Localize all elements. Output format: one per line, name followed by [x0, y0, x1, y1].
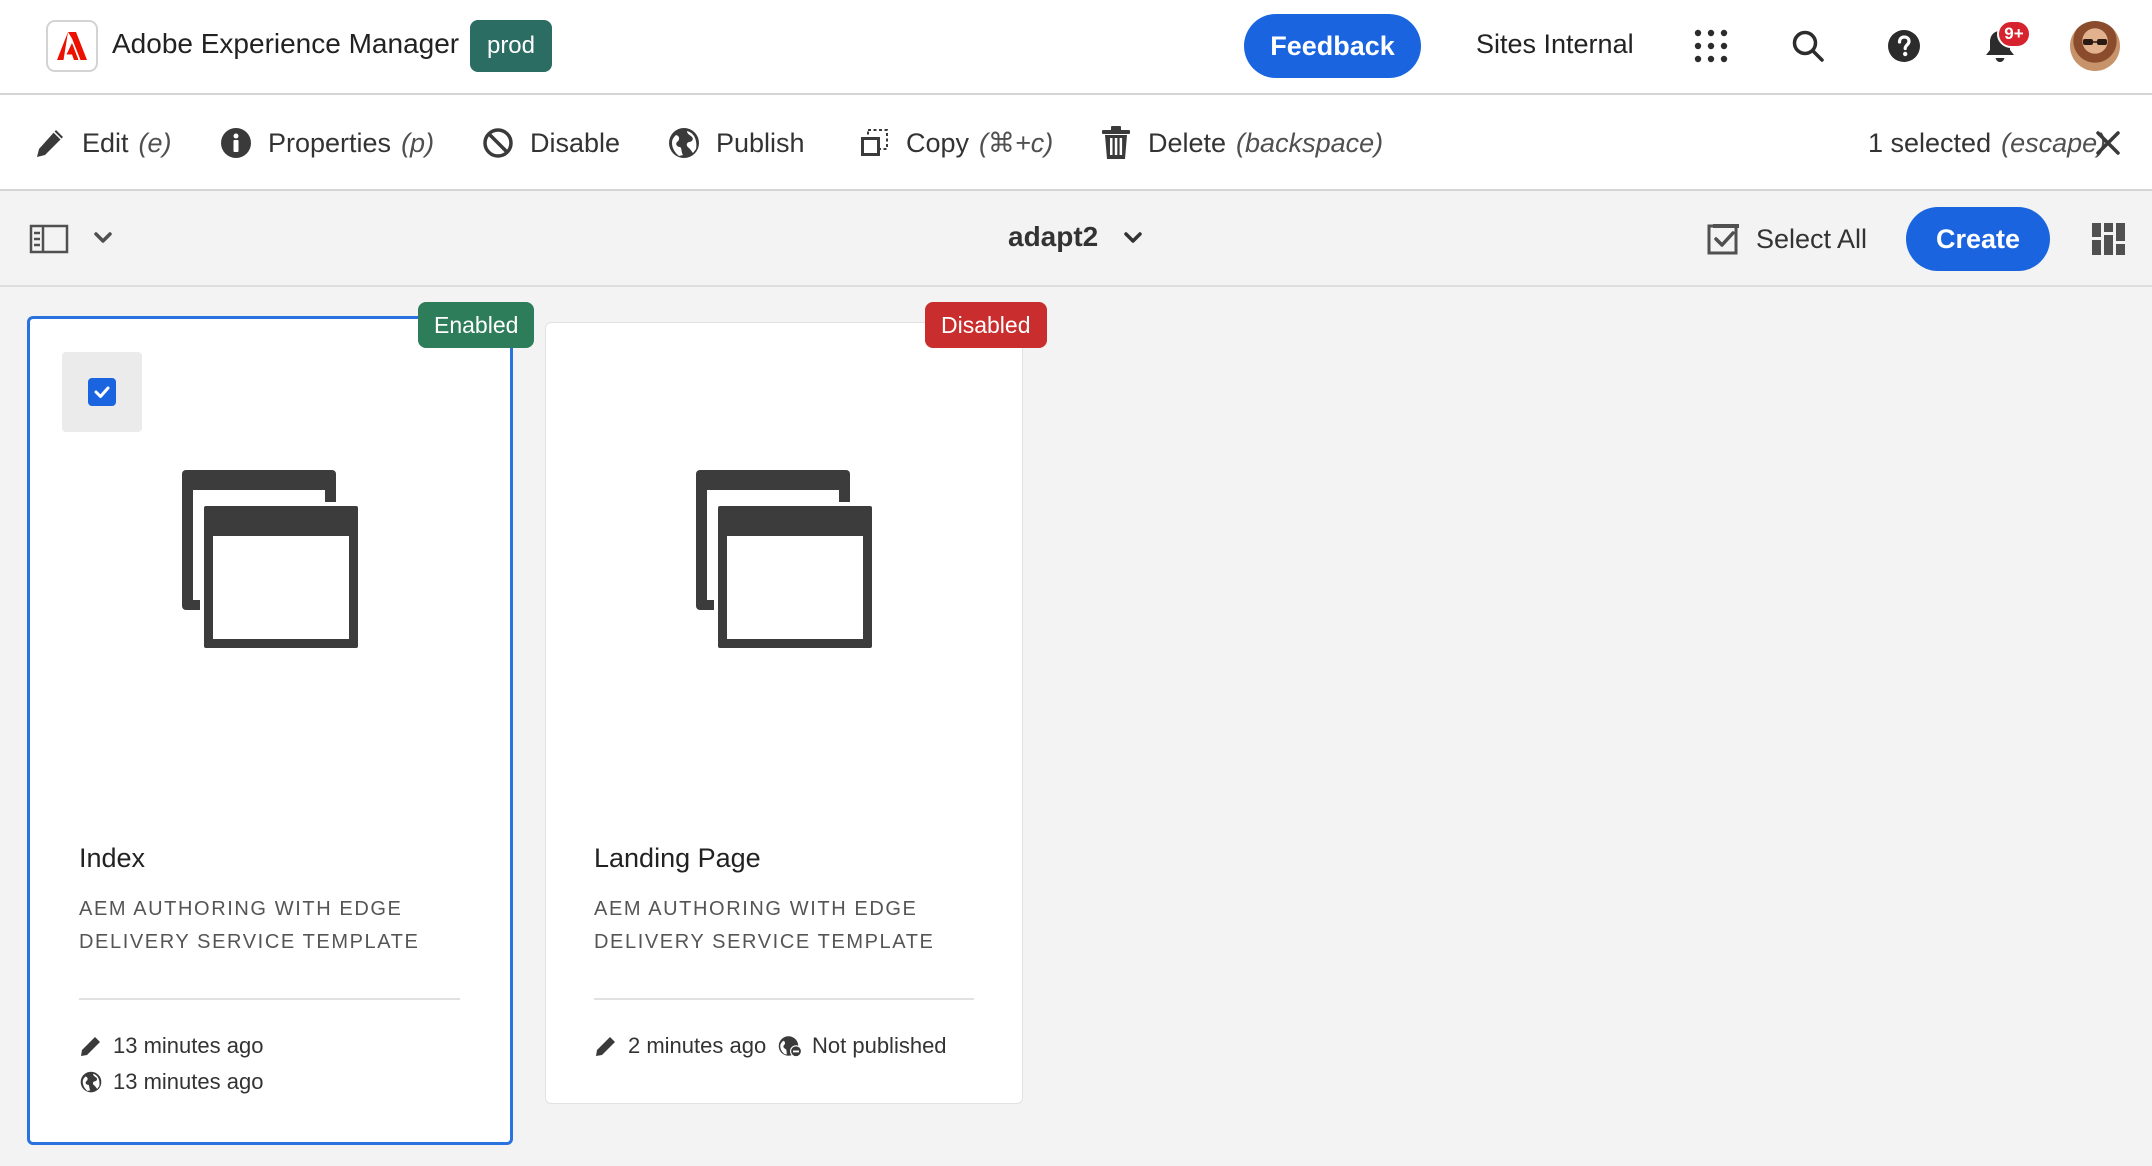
card-template-line: AEM AUTHORING WITH EDGE	[79, 898, 403, 920]
publish-action-label: Publish	[716, 127, 805, 158]
trash-icon	[1098, 125, 1134, 161]
avatar[interactable]	[2070, 21, 2120, 71]
card-template: AEM AUTHORING WITH EDGE DELIVERY SERVICE…	[594, 893, 954, 959]
page-card-landing-page[interactable]	[545, 322, 1023, 1104]
card-template-line: DELIVERY SERVICE TEMPLATE	[79, 931, 420, 953]
modified-time: 13 minutes ago	[113, 1033, 264, 1058]
card-template: AEM AUTHORING WITH EDGE DELIVERY SERVICE…	[79, 893, 439, 959]
page-card-index[interactable]	[27, 316, 513, 1145]
feedback-button[interactable]: Feedback	[1244, 14, 1421, 78]
page-thumbnail-icon	[180, 468, 370, 652]
disable-action-label: Disable	[530, 127, 621, 158]
pencil-icon	[594, 1034, 618, 1058]
copy-action-label: Copy	[906, 127, 970, 158]
environment-badge: prod	[470, 20, 552, 72]
selection-action-bar: Edit (e) Properties (p) Disable Publish …	[0, 95, 2152, 191]
folder-title[interactable]: adapt2	[1008, 221, 1098, 253]
apps-grid-icon[interactable]	[1687, 22, 1735, 70]
close-icon[interactable]	[2090, 125, 2126, 161]
published-time: 13 minutes ago	[113, 1069, 264, 1094]
disable-icon	[480, 125, 516, 161]
edit-action[interactable]: Edit (e)	[32, 95, 172, 191]
adobe-logo-icon[interactable]	[46, 20, 98, 72]
create-button[interactable]: Create	[1906, 207, 2050, 271]
published-info: 13 minutes ago	[79, 1069, 263, 1095]
app-title[interactable]: Adobe Experience Manager	[112, 28, 459, 60]
page-thumbnail-icon	[694, 468, 884, 652]
modified-time: 2 minutes ago	[628, 1033, 767, 1058]
status-badge: Disabled	[925, 302, 1047, 348]
selection-count-label: 1 selected	[1868, 127, 1992, 158]
pencil-icon	[32, 125, 68, 161]
card-view-icon[interactable]	[2090, 221, 2126, 257]
card-template-line: AEM AUTHORING WITH EDGE	[594, 898, 918, 920]
chevron-down-icon[interactable]	[1118, 223, 1148, 253]
info-icon	[218, 125, 254, 161]
rail-toggle-icon[interactable]	[28, 221, 70, 257]
content-toolbar: adapt2 Select All Create	[0, 191, 2152, 287]
published-status: Not published	[812, 1033, 947, 1058]
checkmark-icon	[88, 378, 116, 406]
card-divider	[79, 998, 460, 1000]
status-badge: Enabled	[418, 302, 535, 348]
delete-action[interactable]: Delete (backspace)	[1098, 95, 1383, 191]
properties-action[interactable]: Properties (p)	[218, 95, 434, 191]
copy-action[interactable]: Copy (⌘+c)	[856, 95, 1053, 191]
selection-count: 1 selected (escape)	[1868, 95, 2106, 191]
delete-action-label: Delete	[1148, 127, 1227, 158]
properties-action-label: Properties	[268, 127, 392, 158]
properties-shortcut: (p)	[401, 127, 435, 158]
globe-unpublished-icon	[778, 1034, 802, 1058]
edit-shortcut: (e)	[138, 127, 172, 158]
card-template-line: DELIVERY SERVICE TEMPLATE	[594, 931, 935, 953]
published-info: Not published	[778, 1033, 947, 1059]
card-title: Landing Page	[594, 843, 761, 873]
delete-shortcut: (backspace)	[1236, 127, 1384, 158]
modified-info: 2 minutes ago	[594, 1033, 766, 1059]
select-all-button[interactable]: Select All	[1706, 215, 1867, 263]
select-all-label: Select All	[1756, 223, 1868, 254]
chevron-down-icon[interactable]	[88, 223, 118, 253]
copy-shortcut: (⌘+c)	[979, 127, 1054, 158]
modified-info: 13 minutes ago	[79, 1033, 263, 1059]
help-icon[interactable]	[1880, 22, 1928, 70]
disable-action[interactable]: Disable	[480, 95, 620, 191]
publish-action[interactable]: Publish	[666, 95, 805, 191]
copy-icon	[856, 125, 892, 161]
org-switcher[interactable]: Sites Internal	[1476, 29, 1634, 60]
checkbox-checked-icon	[1706, 221, 1742, 257]
global-header: Adobe Experience Manager prod Feedback S…	[0, 0, 2152, 95]
notification-count-badge: 9+	[1997, 20, 2031, 48]
card-divider	[594, 998, 974, 1000]
search-icon[interactable]	[1784, 22, 1832, 70]
card-title: Index	[79, 843, 146, 873]
globe-icon	[79, 1070, 103, 1094]
globe-icon	[666, 125, 702, 161]
edit-action-label: Edit	[82, 127, 129, 158]
card-select-checkbox[interactable]	[62, 352, 142, 432]
pencil-icon	[79, 1034, 103, 1058]
